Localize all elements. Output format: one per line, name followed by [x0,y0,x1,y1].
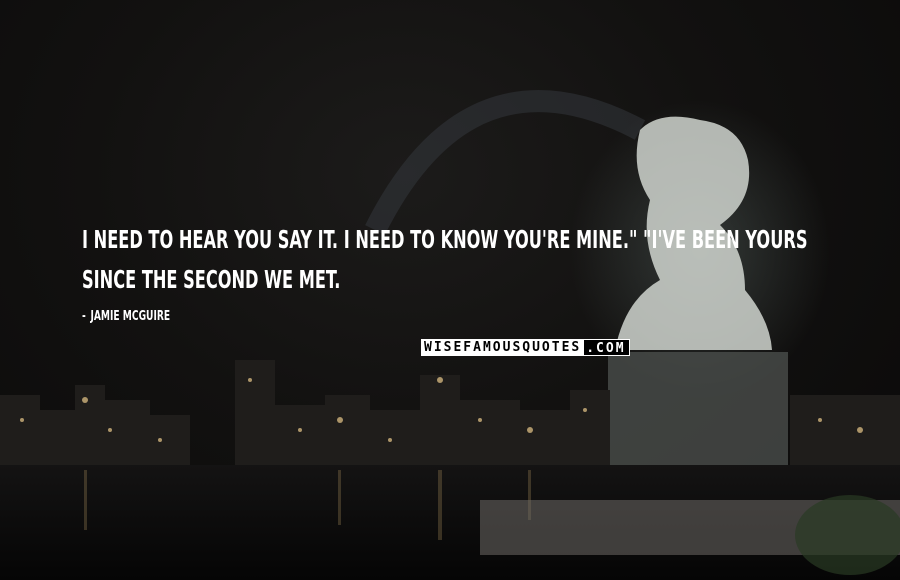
quote-card: I need to hear you say it. I need to kno… [0,0,900,580]
watermark-domain: .COM [583,339,630,356]
watermark-brand: WISEFAMOUSQUOTES [421,339,584,356]
foliage [795,495,900,575]
author-dash: - [82,309,86,324]
statue-pedestal [608,352,788,472]
quote-author: - Jamie McGuire [82,309,170,324]
author-name: Jamie McGuire [90,309,171,324]
quote-text: I need to hear you say it. I need to kno… [82,225,808,294]
site-watermark: WISEFAMOUSQUOTES .COM [421,339,630,356]
